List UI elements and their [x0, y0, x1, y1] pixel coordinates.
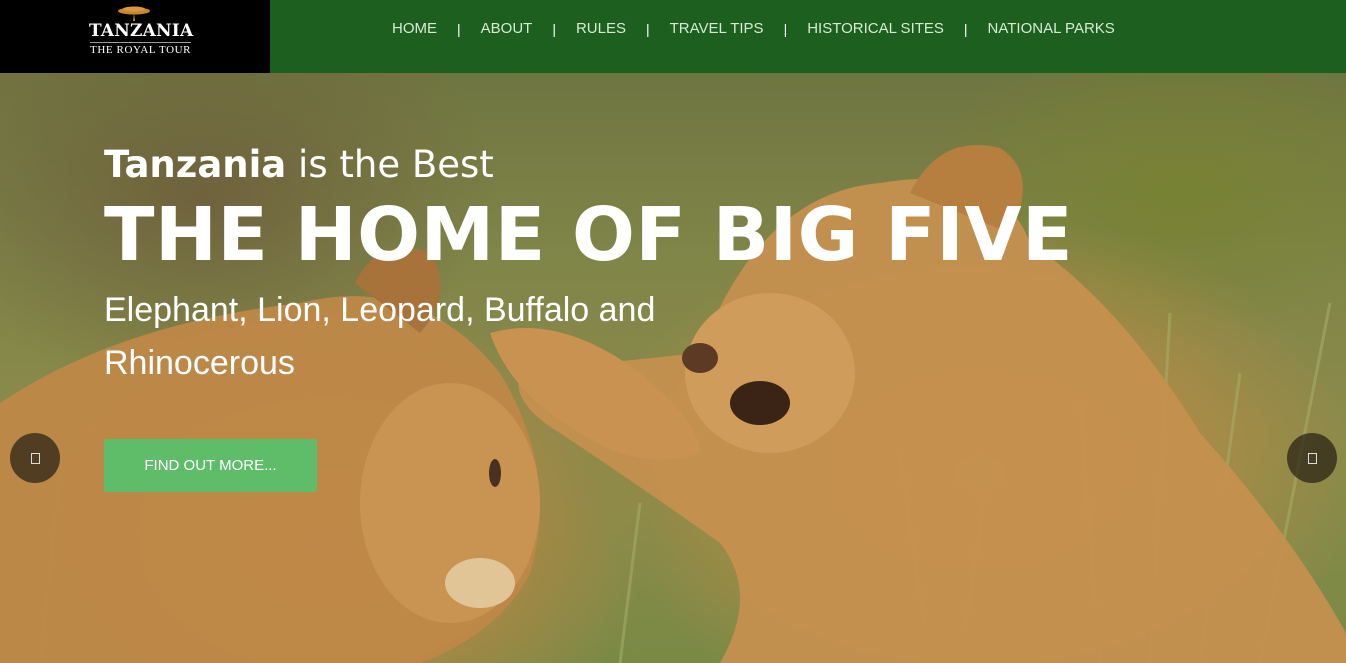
acacia-tree-icon [118, 6, 150, 21]
logo-title: TANZANIA [89, 21, 194, 41]
chevron-left-icon [30, 452, 40, 464]
nav-home[interactable]: HOME [378, 20, 451, 37]
hero-eyebrow: Tanzania is the Best [104, 142, 1073, 188]
hero-slider: Tanzania is the Best THE HOME OF BIG FIV… [0, 73, 1346, 663]
nav-historical-sites[interactable]: HISTORICAL SITES [793, 20, 958, 37]
find-out-more-button[interactable]: FIND OUT MORE... [104, 439, 317, 492]
site-header: TANZANIA THE ROYAL TOUR HOME | ABOUT | R… [0, 0, 1346, 73]
hero-tagline: Elephant, Lion, Leopard, Buffalo and Rhi… [104, 291, 656, 382]
nav-separator: | [552, 20, 556, 37]
chevron-right-icon [1307, 452, 1317, 464]
nav-rules[interactable]: RULES [562, 20, 640, 37]
nav-separator: | [646, 20, 650, 37]
logo-subtitle: THE ROYAL TOUR [90, 42, 192, 56]
hero-headline: THE HOME OF BIG FIVE [104, 192, 1074, 278]
hero-eyebrow-rest: is the Best [286, 143, 494, 186]
nav-travel-tips[interactable]: TRAVEL TIPS [656, 20, 778, 37]
nav-separator: | [783, 20, 788, 37]
nav-about[interactable]: ABOUT [467, 20, 547, 37]
nav-separator: | [457, 20, 461, 37]
nav-separator: | [963, 20, 968, 37]
slider-prev-button[interactable] [10, 433, 60, 483]
hero-text: Tanzania is the Best THE HOME OF BIG FIV… [104, 142, 1073, 390]
slider-next-button[interactable] [1287, 433, 1337, 483]
logo[interactable]: TANZANIA THE ROYAL TOUR [0, 0, 270, 73]
nav-national-parks[interactable]: NATIONAL PARKS [974, 20, 1129, 37]
main-nav: HOME | ABOUT | RULES | TRAVEL TIPS | HIS… [378, 20, 1129, 37]
hero-eyebrow-bold: Tanzania [104, 143, 287, 186]
